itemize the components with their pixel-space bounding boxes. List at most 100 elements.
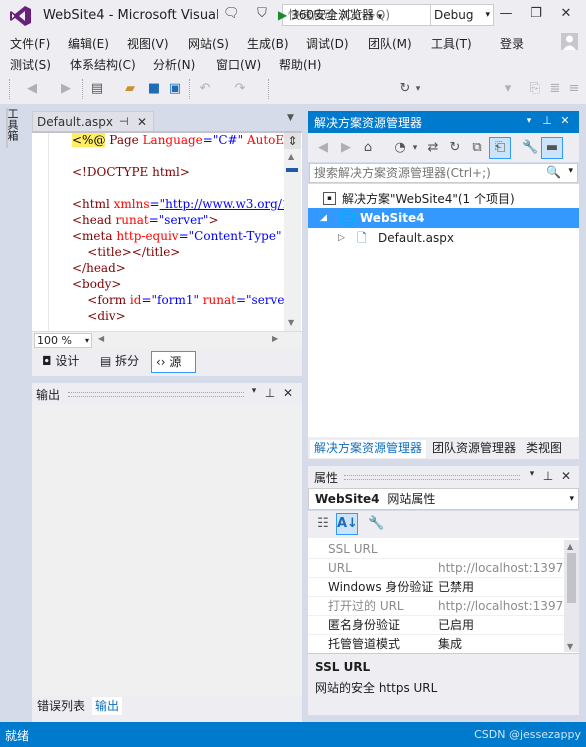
- close-button[interactable]: ✕: [552, 4, 580, 24]
- new-project-icon[interactable]: ▤: [89, 81, 105, 97]
- tab-design[interactable]: ◘ 设计: [38, 351, 79, 373]
- solution-configuration-select[interactable]: Debug ▾: [430, 4, 494, 26]
- menu-team[interactable]: 团队(M): [368, 35, 412, 52]
- scroll-thumb[interactable]: [567, 553, 576, 603]
- tab-source[interactable]: ‹› 源: [151, 351, 196, 373]
- property-row[interactable]: 打开过的 URL http://localhost:13976: [308, 597, 564, 616]
- scroll-up-icon[interactable]: ▲: [567, 542, 573, 551]
- filter-icon[interactable]: ⛉: [254, 6, 270, 22]
- chevron-down-icon[interactable]: ▾: [410, 140, 420, 156]
- scroll-left-icon[interactable]: ◀: [98, 334, 104, 343]
- close-tab-icon[interactable]: ✕: [137, 115, 147, 129]
- comment-icon[interactable]: ≣: [547, 81, 563, 97]
- sync-icon[interactable]: ⇄: [425, 140, 441, 156]
- tab-solution-explorer[interactable]: 解决方案资源管理器: [310, 440, 427, 458]
- undo-icon[interactable]: ↶: [197, 81, 213, 97]
- zoom-select[interactable]: 100 % ▾: [34, 333, 92, 348]
- expanded-chevron-icon[interactable]: ◢: [320, 208, 327, 228]
- search-icon[interactable]: 🔍: [546, 165, 561, 179]
- pin-icon[interactable]: ⊥: [264, 386, 276, 400]
- scroll-down-icon[interactable]: ▼: [288, 318, 294, 327]
- property-row[interactable]: Windows 身份验证 已禁用: [308, 578, 564, 597]
- tab-error-list[interactable]: 错误列表: [34, 697, 88, 715]
- menu-edit[interactable]: 编辑(E): [68, 35, 109, 52]
- panel-dropdown-icon[interactable]: ▾: [248, 386, 260, 396]
- properties-object-select[interactable]: WebSite4 网站属性 ▾: [308, 488, 579, 510]
- tab-list-dropdown-icon[interactable]: ▼: [287, 113, 294, 123]
- menu-test[interactable]: 测试(S): [10, 56, 51, 73]
- alphabetical-sort-icon[interactable]: A↓: [336, 513, 358, 535]
- pin-icon[interactable]: ⊣: [119, 115, 129, 128]
- save-all-icon[interactable]: ▣: [167, 81, 183, 97]
- close-panel-icon[interactable]: ✕: [560, 469, 572, 483]
- tab-class-view[interactable]: 类视图: [522, 440, 566, 458]
- properties-wrench-icon[interactable]: 🔧: [522, 140, 538, 156]
- user-avatar-icon[interactable]: [561, 33, 578, 50]
- panel-dropdown-icon[interactable]: ▾: [522, 114, 536, 128]
- forward-icon[interactable]: ▶: [338, 140, 354, 156]
- pin-icon[interactable]: ⊥: [542, 469, 554, 483]
- navigate-forward-icon[interactable]: ▶: [58, 81, 74, 97]
- close-panel-icon[interactable]: ✕: [558, 114, 572, 128]
- pin-icon[interactable]: ⊥: [540, 114, 554, 128]
- pending-changes-filter-icon[interactable]: ◔: [392, 140, 408, 156]
- split-handle-icon[interactable]: ⇕: [284, 133, 301, 149]
- menu-debug[interactable]: 调试(D): [306, 35, 349, 52]
- navigate-back-icon[interactable]: ◀: [24, 81, 40, 97]
- solution-explorer-search-box[interactable]: 🔍 ▾: [309, 163, 578, 183]
- uncomment-icon[interactable]: ≡: [566, 81, 582, 97]
- menu-website[interactable]: 网站(S): [188, 35, 229, 52]
- open-file-icon[interactable]: ▰: [122, 81, 138, 97]
- refresh-icon[interactable]: ↻: [397, 81, 413, 97]
- menu-window[interactable]: 窗口(W): [216, 56, 261, 73]
- solution-search-input[interactable]: [310, 164, 550, 182]
- tree-item-project[interactable]: ◢ 🌐 WebSite4: [308, 208, 579, 228]
- refresh-icon[interactable]: ↻: [447, 140, 463, 156]
- toolbar-dropdown-icon[interactable]: ▾: [500, 81, 516, 97]
- tab-default-aspx[interactable]: Default.aspx ⊣ ✕: [32, 111, 154, 132]
- menu-tools[interactable]: 工具(T): [431, 35, 472, 52]
- redo-icon[interactable]: ↷: [232, 81, 248, 97]
- scroll-up-icon[interactable]: ▲: [288, 152, 294, 161]
- menu-view[interactable]: 视图(V): [127, 35, 169, 52]
- home-icon[interactable]: ⌂: [360, 140, 376, 156]
- panel-dropdown-icon[interactable]: ▾: [526, 469, 538, 479]
- back-icon[interactable]: ◀: [315, 140, 331, 156]
- start-debugging-button[interactable]: ▶ 360安全浏览器 ▾: [278, 6, 390, 24]
- tab-split[interactable]: ▤ 拆分: [96, 351, 139, 373]
- scroll-right-icon[interactable]: ▶: [272, 334, 278, 343]
- property-row[interactable]: SSL URL: [308, 540, 564, 559]
- output-panel-body[interactable]: [32, 405, 302, 695]
- save-icon[interactable]: ■: [146, 81, 162, 97]
- collapsed-chevron-icon[interactable]: ▷: [338, 228, 345, 248]
- scroll-down-icon[interactable]: ▼: [567, 642, 573, 651]
- categorized-icon[interactable]: ☷: [315, 516, 331, 532]
- show-all-files-icon[interactable]: ⎗: [489, 137, 511, 159]
- property-row[interactable]: 匿名身份验证 已启用: [308, 616, 564, 635]
- menu-architecture[interactable]: 体系结构(C): [70, 56, 136, 73]
- collapse-all-icon[interactable]: ⧉: [469, 140, 485, 156]
- chevron-down-icon[interactable]: ▾: [568, 166, 573, 176]
- close-panel-icon[interactable]: ✕: [282, 386, 294, 400]
- property-pages-wrench-icon[interactable]: 🔧: [368, 516, 384, 532]
- menu-file[interactable]: 文件(F): [10, 35, 50, 52]
- tab-output[interactable]: 输出: [92, 697, 123, 715]
- tree-item-solution[interactable]: ▪ 解决方案"WebSite4"(1 个项目): [308, 189, 579, 209]
- toolbox-tab[interactable]: 工具箱: [6, 108, 20, 148]
- editor-vertical-scrollbar[interactable]: [284, 133, 301, 331]
- sign-in-link[interactable]: 登录: [500, 35, 524, 52]
- preview-selected-icon[interactable]: ▬: [541, 137, 563, 159]
- bookmark-icon[interactable]: ⎘: [527, 81, 543, 97]
- tab-team-explorer[interactable]: 团队资源管理器: [428, 440, 520, 458]
- property-row[interactable]: URL http://localhost:13976: [308, 559, 564, 578]
- maximize-button[interactable]: ❐: [522, 4, 550, 24]
- solution-explorer-title: 解决方案资源管理器: [314, 116, 423, 130]
- chevron-down-icon[interactable]: ▾: [413, 81, 423, 97]
- menu-help[interactable]: 帮助(H): [279, 56, 321, 73]
- feedback-icon[interactable]: 🗨: [223, 6, 240, 22]
- menu-build[interactable]: 生成(B): [247, 35, 289, 52]
- menu-analyze[interactable]: 分析(N): [153, 56, 195, 73]
- tree-item-default-aspx[interactable]: ▷ 🗋 Default.aspx: [308, 228, 579, 248]
- minimize-button[interactable]: —: [492, 4, 520, 24]
- property-row[interactable]: 托管管道模式 集成: [308, 635, 564, 654]
